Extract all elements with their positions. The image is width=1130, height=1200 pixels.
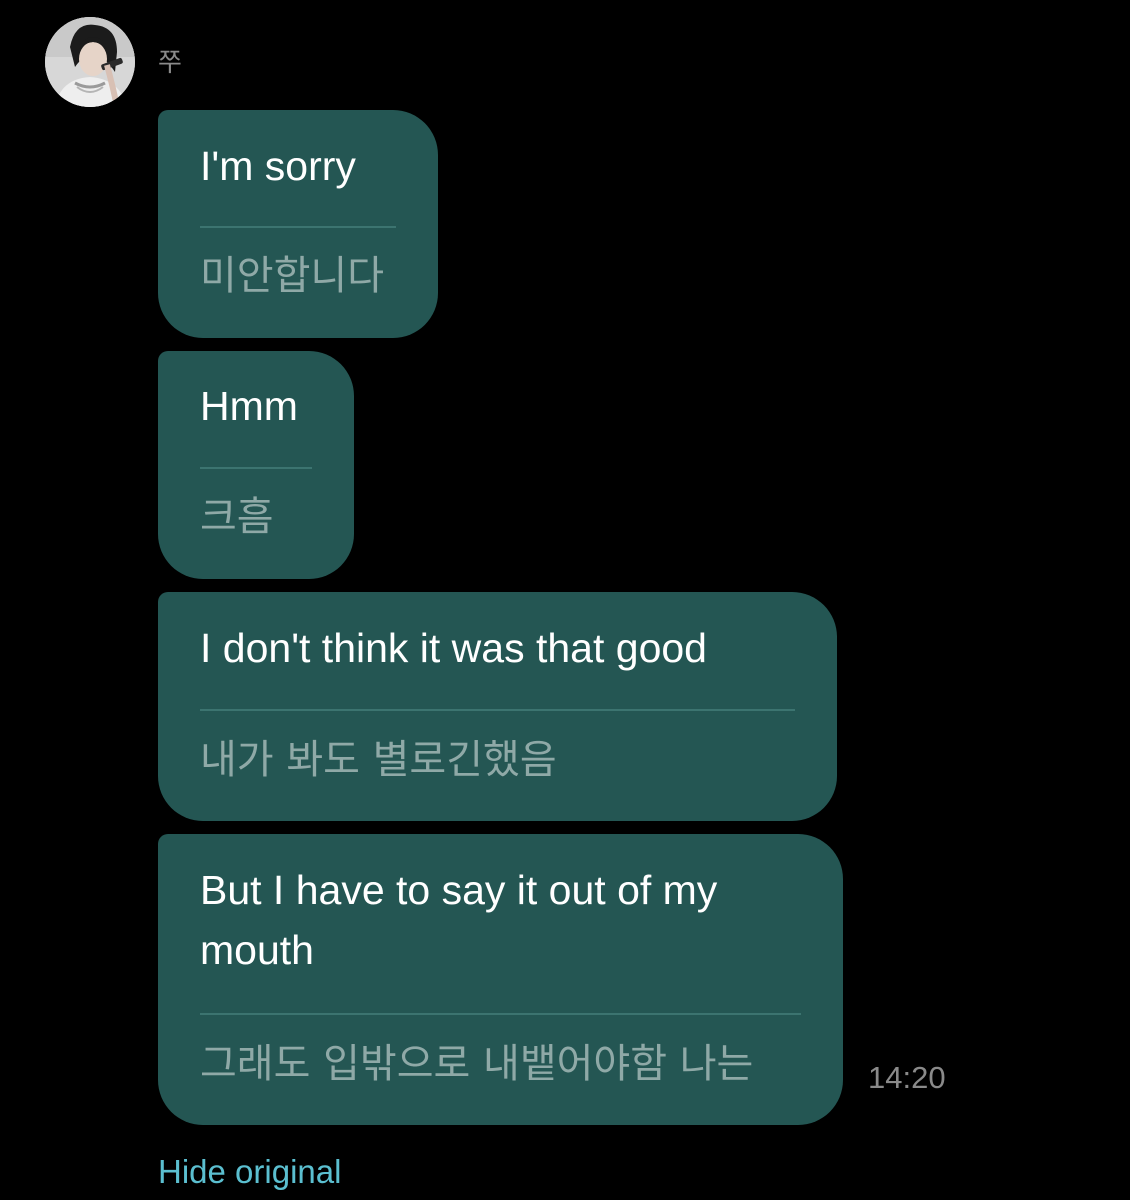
message-timestamp: 14:20 xyxy=(868,1060,946,1095)
translated-text: 미안합니다 xyxy=(200,253,384,299)
message-bubble[interactable]: Hmm 크흠 xyxy=(158,351,354,579)
message-bubble[interactable]: But I have to say it out of my mouth 그래도… xyxy=(158,834,843,1125)
hide-original-link[interactable]: Hide original xyxy=(158,1150,341,1194)
translation-divider xyxy=(200,709,795,711)
profile-photo-icon xyxy=(45,17,135,107)
translation-divider xyxy=(200,467,312,469)
translation-divider xyxy=(200,226,396,228)
original-text: Hmm xyxy=(200,383,298,429)
message-bubble[interactable]: I'm sorry 미안합니다 xyxy=(158,110,438,338)
original-text: I don't think it was that good xyxy=(200,625,707,671)
translated-text: 크흠 xyxy=(200,494,274,540)
avatar[interactable] xyxy=(45,17,135,107)
translated-text: 그래도 입밖으로 내뱉어야함 나는 xyxy=(200,1041,754,1087)
message-bubble[interactable]: I don't think it was that good 내가 봐도 별로긴… xyxy=(158,592,837,821)
sender-name: 쭈 xyxy=(158,48,182,78)
original-text: But I have to say it out of my mouth xyxy=(200,867,718,973)
original-text: I'm sorry xyxy=(200,143,356,189)
translated-text: 내가 봐도 별로긴했음 xyxy=(200,737,557,783)
translation-divider xyxy=(200,1013,801,1015)
